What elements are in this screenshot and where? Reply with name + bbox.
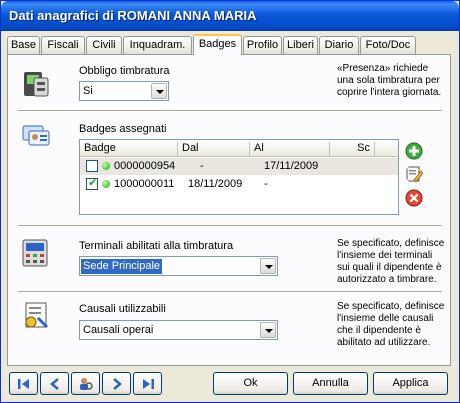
people-search-icon bbox=[80, 378, 93, 390]
badge-dal: 18/11/2009 bbox=[188, 178, 243, 190]
tab-civili[interactable]: Civili bbox=[86, 36, 122, 54]
edit-badge-button[interactable] bbox=[405, 165, 423, 183]
add-badge-button[interactable] bbox=[405, 142, 423, 160]
causali-label: Causali utilizzabili bbox=[79, 303, 166, 315]
ok-button[interactable]: Ok bbox=[213, 372, 288, 395]
column-header-al[interactable]: Al bbox=[250, 142, 330, 156]
causali-icon bbox=[25, 302, 49, 329]
first-record-button[interactable] bbox=[9, 372, 38, 395]
badge-al: - bbox=[264, 178, 268, 190]
timbratura-select[interactable]: Si bbox=[79, 81, 169, 101]
terminali-note: Se specificato, definisce l'insieme dei … bbox=[337, 238, 445, 285]
cancel-button[interactable]: Annulla bbox=[293, 372, 368, 395]
chevron-down-icon[interactable] bbox=[260, 322, 276, 338]
terminali-label: Terminali abilitati alla timbratura bbox=[79, 240, 234, 252]
window-title: Dati anagrafici di ROMANI ANNA MARIA bbox=[9, 8, 257, 23]
terminal-icon bbox=[22, 239, 48, 267]
timbratura-label: Obbligo timbratura bbox=[79, 65, 170, 77]
timbratura-note: «Presenza» richiede una sola timbratura … bbox=[337, 63, 442, 98]
chevron-down-icon[interactable] bbox=[151, 83, 167, 99]
delete-badge-button[interactable] bbox=[405, 189, 423, 207]
tab-diario[interactable]: Diario bbox=[319, 36, 359, 54]
row-checkbox[interactable] bbox=[86, 160, 98, 172]
tab-strip: Base Fiscali Civili Inquadram. Badges Pr… bbox=[7, 34, 453, 55]
tab-profilo[interactable]: Profilo bbox=[243, 36, 282, 54]
badges-table-header: Badge Dal Al Sc bbox=[80, 140, 398, 157]
divider bbox=[18, 291, 442, 293]
next-record-button[interactable] bbox=[102, 372, 131, 395]
dialog-window: Dati anagrafici di ROMANI ANNA MARIA Bas… bbox=[0, 0, 460, 403]
causali-value: Causali operai bbox=[83, 324, 154, 336]
tab-foto-doc[interactable]: Foto/Doc bbox=[360, 36, 416, 54]
table-row[interactable]: 1000000011 18/11/2009 - bbox=[80, 176, 398, 193]
last-record-button[interactable] bbox=[133, 372, 162, 395]
divider bbox=[18, 110, 442, 112]
tab-fiscali[interactable]: Fiscali bbox=[41, 36, 85, 54]
badges-label: Badges assegnati bbox=[79, 123, 167, 135]
terminali-value: Sede Principale bbox=[81, 259, 163, 274]
tab-inquadram[interactable]: Inquadram. bbox=[123, 36, 192, 54]
causali-select[interactable]: Causali operai bbox=[79, 320, 278, 340]
title-bar[interactable]: Dati anagrafici di ROMANI ANNA MARIA bbox=[1, 1, 459, 31]
divider bbox=[18, 225, 442, 227]
terminali-select[interactable]: Sede Principale bbox=[79, 256, 278, 276]
next-icon bbox=[113, 378, 122, 390]
status-dot-icon bbox=[102, 162, 110, 170]
column-header-sc[interactable]: Sc bbox=[330, 142, 375, 156]
badge-dal: - bbox=[200, 160, 204, 172]
badge-number: 1000000011 bbox=[114, 178, 175, 190]
causali-note: Se specificato, definisce l'insieme dell… bbox=[337, 301, 445, 348]
search-record-button[interactable] bbox=[71, 372, 100, 395]
last-icon bbox=[143, 379, 154, 389]
apply-button[interactable]: Applica bbox=[373, 372, 448, 395]
table-row[interactable]: 0000000954 - 17/11/2009 bbox=[80, 158, 398, 175]
badges-icon bbox=[22, 125, 50, 146]
first-icon bbox=[18, 379, 29, 389]
previous-record-button[interactable] bbox=[40, 372, 69, 395]
timbratura-value: Si bbox=[83, 85, 93, 97]
badges-table[interactable]: Badge Dal Al Sc 0000000954 - 17/11/2009 … bbox=[79, 139, 399, 215]
badge-number: 0000000954 bbox=[114, 160, 176, 172]
tab-liberi[interactable]: Liberi bbox=[283, 36, 318, 54]
previous-icon bbox=[50, 378, 59, 390]
tab-base[interactable]: Base bbox=[7, 36, 40, 54]
tab-badges[interactable]: Badges bbox=[193, 34, 242, 55]
row-checkbox[interactable] bbox=[86, 176, 98, 190]
chevron-down-icon[interactable] bbox=[260, 258, 276, 274]
badge-al: 17/11/2009 bbox=[264, 160, 319, 172]
column-header-badge[interactable]: Badge bbox=[80, 142, 178, 156]
timbratura-icon bbox=[24, 72, 49, 97]
badges-panel: Obbligo timbratura Si «Presenza» richied… bbox=[7, 54, 451, 366]
column-header-dal[interactable]: Dal bbox=[178, 142, 250, 156]
status-dot-icon bbox=[102, 180, 110, 188]
